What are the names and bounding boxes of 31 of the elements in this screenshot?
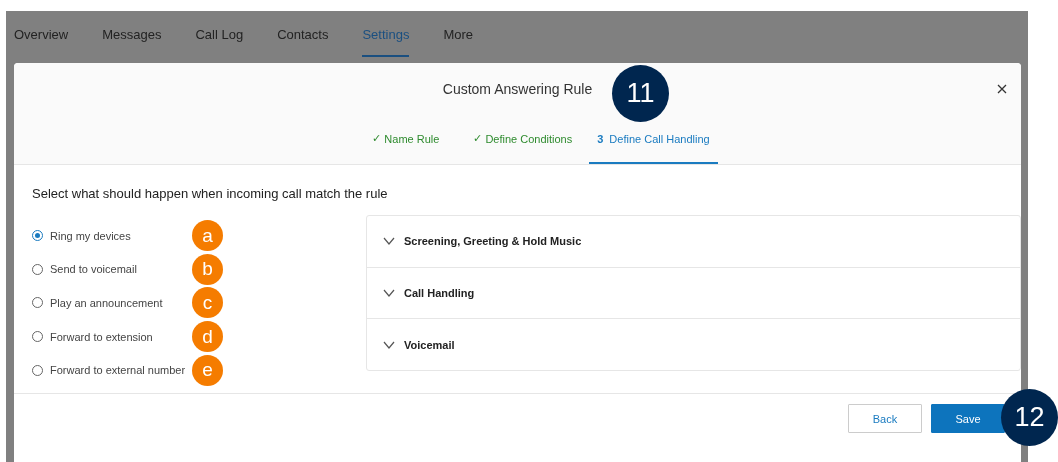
close-icon[interactable] (997, 84, 1007, 94)
callout-badge: 12 (1001, 389, 1058, 446)
option-label[interactable]: Ring my devices (50, 229, 192, 242)
option-label[interactable]: Play an announcement (50, 297, 192, 309)
back-button[interactable]: Back (848, 404, 922, 433)
callout-badge: d (192, 321, 223, 353)
nav-tab[interactable]: More (443, 11, 474, 57)
nav-tab[interactable]: Messages (102, 11, 162, 57)
callout-badge: 11 (612, 65, 669, 122)
instruction-text: Select what should happen when incoming call match the rule (32, 186, 389, 201)
accordion-header[interactable]: Screening, Greeting & Hold Music (367, 216, 1020, 268)
callout-badge: a (192, 220, 223, 252)
step-tab[interactable]: 3 Define Call Handling (589, 115, 718, 164)
chevron-icon (383, 237, 395, 246)
option-label[interactable]: Forward to external number (50, 364, 192, 377)
dialog-title: Custom Answering Rule (442, 81, 593, 97)
nav-tab[interactable]: Call Log (195, 11, 244, 57)
option-label[interactable]: Send to voicemail (50, 263, 192, 276)
nav-tab[interactable]: Contacts (277, 11, 329, 57)
accordion-header[interactable]: Call Handling (367, 267, 1020, 320)
step-tab[interactable]: ✓ Define Conditions (456, 115, 590, 164)
nav-tab[interactable]: Overview (14, 11, 69, 57)
callout-badge: b (192, 253, 223, 285)
accordion-header[interactable]: Voicemail (367, 319, 1020, 370)
save-button[interactable]: Save (931, 404, 1005, 433)
callout-badge: c (192, 287, 223, 319)
step-tab[interactable]: ✓ Name Rule (355, 115, 457, 164)
option-label[interactable]: Forward to extension (50, 330, 192, 343)
callout-badge: e (192, 354, 223, 386)
chevron-icon (383, 340, 395, 349)
chevron-icon (383, 289, 395, 297)
